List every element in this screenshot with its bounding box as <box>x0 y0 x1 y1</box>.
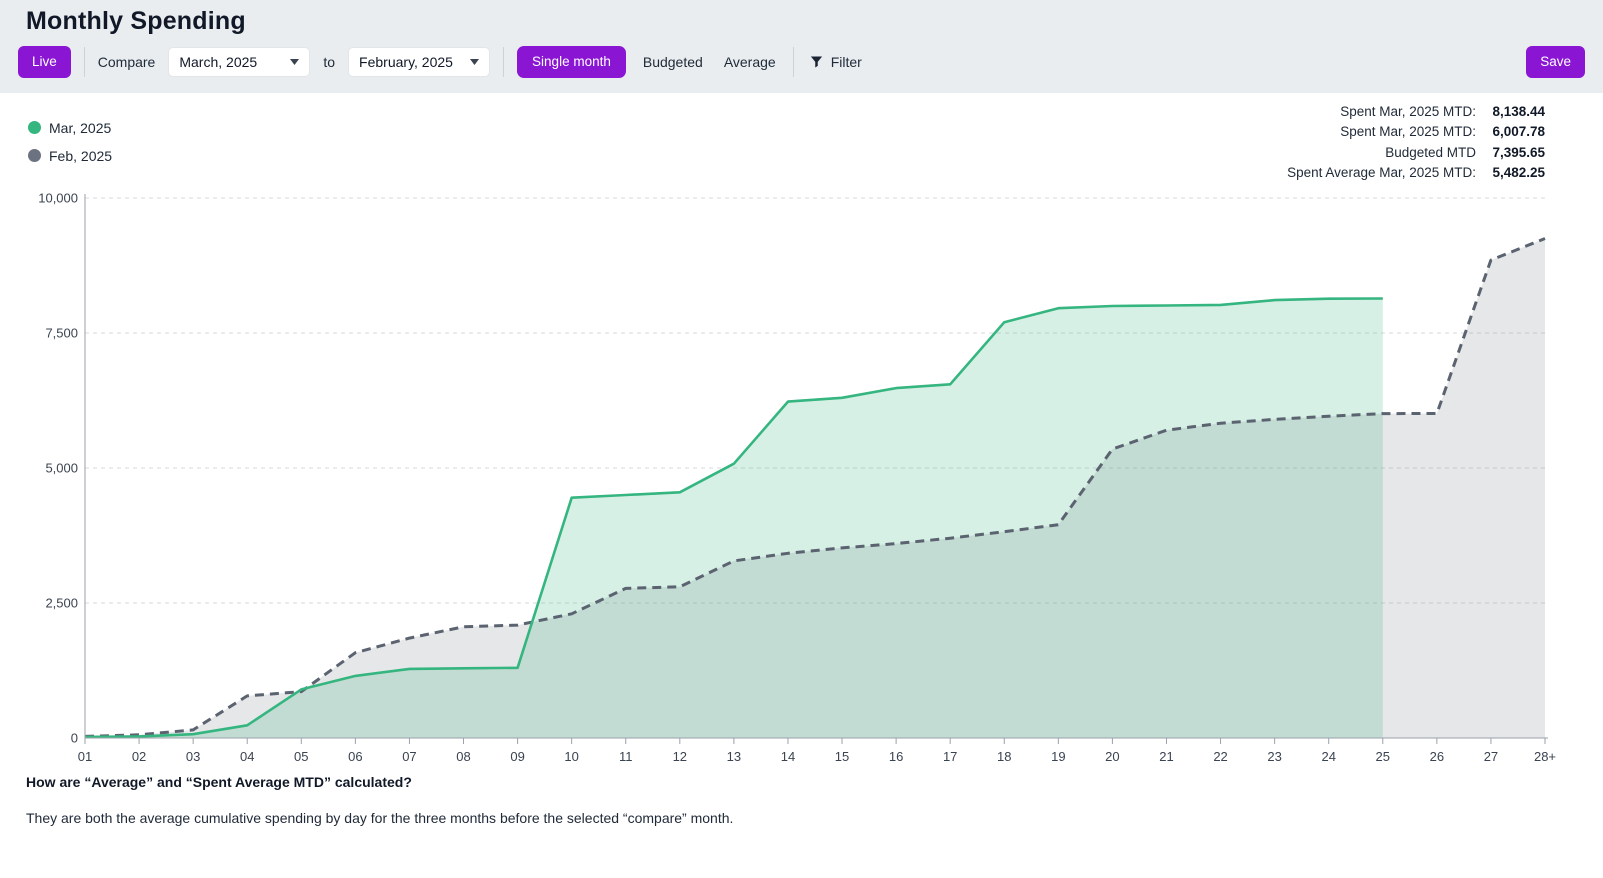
x-axis-tick-label: 06 <box>348 749 362 763</box>
single-month-toggle[interactable]: Single month <box>517 46 626 78</box>
x-axis-tick-label: 11 <box>619 749 633 763</box>
toolbar-divider <box>503 47 504 77</box>
legend-item-mar[interactable]: Mar, 2025 <box>28 120 112 136</box>
chevron-down-icon <box>470 59 479 65</box>
x-axis-tick-label: 23 <box>1267 749 1281 763</box>
legend-dot-icon <box>28 121 41 134</box>
save-button[interactable]: Save <box>1526 46 1585 78</box>
legend-item-feb[interactable]: Feb, 2025 <box>28 148 112 164</box>
spending-chart[interactable]: 0 2,500 5,000 7,500 10,000 01 02 03 04 05 06 07 08 09… <box>0 188 1603 763</box>
x-axis-tick-label: 09 <box>510 749 524 763</box>
y-axis-tick-label: 0 <box>71 730 78 745</box>
x-axis-tick-label: 10 <box>564 749 578 763</box>
x-axis-tick-label: 28+ <box>1534 749 1556 763</box>
page-title: Monthly Spending <box>0 5 1603 46</box>
x-axis-tick-label: 01 <box>78 749 92 763</box>
x-axis-tick-label: 17 <box>943 749 957 763</box>
filter-funnel-icon <box>809 54 824 69</box>
x-axis-tick-label: 05 <box>294 749 308 763</box>
to-label: to <box>323 54 335 70</box>
y-axis-tick-label: 7,500 <box>45 325 78 340</box>
x-axis-tick-label: 08 <box>456 749 470 763</box>
stat-value: 6,007.78 <box>1487 122 1545 143</box>
x-axis-tick-label: 16 <box>889 749 903 763</box>
toolbar: Live Compare March, 2025 to February, 20… <box>0 46 1603 78</box>
stat-row-average-mtd: Spent Average Mar, 2025 MTD: 5,482.25 <box>1287 163 1545 184</box>
chart-legend: Mar, 2025 Feb, 2025 <box>28 120 112 164</box>
legend-dot-icon <box>28 149 41 162</box>
chart-area: 0 2,500 5,000 7,500 10,000 01 02 03 04 05 06 07 08 09… <box>0 93 1603 763</box>
stat-row-spent-compare-mtd: Spent Mar, 2025 MTD: 6,007.78 <box>1287 122 1545 143</box>
x-axis-tick-label: 15 <box>835 749 849 763</box>
stat-value: 5,482.25 <box>1487 163 1545 184</box>
filter-label: Filter <box>831 54 862 70</box>
stat-row-spent-mtd: Spent Mar, 2025 MTD: 8,138.44 <box>1287 102 1545 123</box>
x-axis-tick-label: 27 <box>1484 749 1498 763</box>
legend-label: Mar, 2025 <box>49 120 111 136</box>
average-toggle[interactable]: Average <box>720 47 780 77</box>
x-axis-tick-label: 18 <box>997 749 1011 763</box>
x-axis-tick-label: 19 <box>1051 749 1065 763</box>
x-axis-tick-label: 07 <box>402 749 416 763</box>
footer-note: How are “Average” and “Spent Average MTD… <box>0 763 1603 826</box>
x-axis-tick-label: 12 <box>673 749 687 763</box>
y-axis-tick-label: 10,000 <box>38 190 78 205</box>
stat-row-budgeted-mtd: Budgeted MTD 7,395.65 <box>1287 143 1545 164</box>
compare-label: Compare <box>98 54 156 70</box>
stat-label: Spent Mar, 2025 MTD: <box>1340 102 1476 123</box>
x-axis-tick-label: 25 <box>1376 749 1390 763</box>
legend-label: Feb, 2025 <box>49 148 112 164</box>
stat-label: Budgeted MTD <box>1385 143 1476 164</box>
live-button[interactable]: Live <box>18 46 71 78</box>
stat-label: Spent Average Mar, 2025 MTD: <box>1287 163 1476 184</box>
x-axis-tick-label: 03 <box>186 749 200 763</box>
x-axis-tick-label: 14 <box>781 749 795 763</box>
footer-answer: They are both the average cumulative spe… <box>26 810 1577 826</box>
stat-value: 8,138.44 <box>1487 102 1545 123</box>
x-axis-tick-label: 21 <box>1159 749 1173 763</box>
budgeted-toggle[interactable]: Budgeted <box>639 47 707 77</box>
x-axis-tick-label: 13 <box>727 749 741 763</box>
y-axis-tick-label: 5,000 <box>45 460 78 475</box>
y-axis-tick-label: 2,500 <box>45 595 78 610</box>
x-axis-tick-label: 04 <box>240 749 254 763</box>
Mar, 2025-area <box>85 298 1383 738</box>
compare-to-value: February, 2025 <box>359 54 453 70</box>
stats-panel: Spent Mar, 2025 MTD: 8,138.44 Spent Mar,… <box>1287 102 1545 184</box>
x-axis-tick-label: 24 <box>1321 749 1335 763</box>
compare-to-select[interactable]: February, 2025 <box>348 47 490 77</box>
page-header: Monthly Spending Live Compare March, 202… <box>0 0 1603 93</box>
x-axis-tick-label: 26 <box>1430 749 1444 763</box>
footer-question: How are “Average” and “Spent Average MTD… <box>26 774 1577 790</box>
chevron-down-icon <box>290 59 299 65</box>
chart-card: Mar, 2025 Feb, 2025 Spent Mar, 2025 MTD:… <box>0 93 1603 878</box>
x-axis-tick-label: 22 <box>1213 749 1227 763</box>
compare-from-value: March, 2025 <box>179 54 257 70</box>
toolbar-divider <box>793 47 794 77</box>
x-axis-tick-label: 02 <box>132 749 146 763</box>
filter-button[interactable]: Filter <box>807 48 864 76</box>
x-axis-tick-label: 20 <box>1105 749 1119 763</box>
stat-value: 7,395.65 <box>1487 143 1545 164</box>
stat-label: Spent Mar, 2025 MTD: <box>1340 122 1476 143</box>
compare-from-select[interactable]: March, 2025 <box>168 47 310 77</box>
toolbar-divider <box>84 47 85 77</box>
